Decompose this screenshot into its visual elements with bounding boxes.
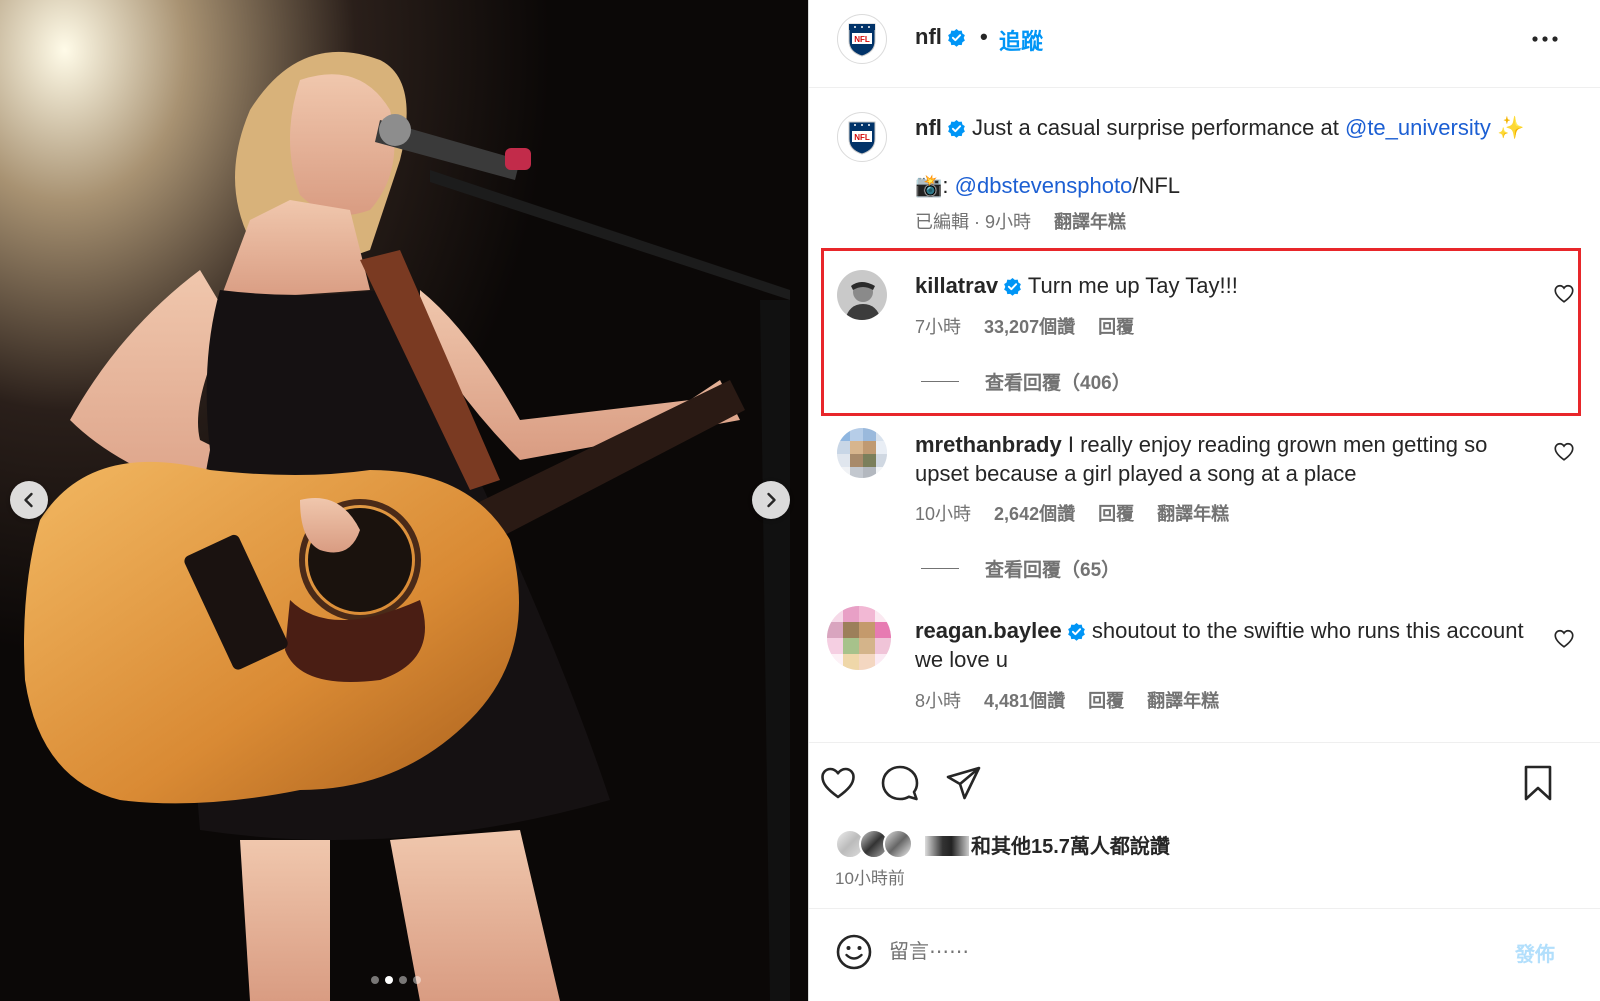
post-header: NFL nfl • 追蹤 — [809, 0, 1600, 88]
comment-translate-button[interactable]: 翻譯年糕 — [1157, 504, 1229, 524]
comment-translate-button[interactable]: 翻譯年糕 — [1147, 691, 1219, 711]
comment-time: 10小時 — [915, 504, 972, 524]
likes-summary[interactable]: 和其他15.7萬人都說讚 — [835, 828, 1170, 860]
comment-likes-count[interactable]: 4,481個讚 — [984, 691, 1065, 711]
comment-meta-reagan-baylee: 8小時 4,481個讚 回覆 翻譯年糕 — [915, 687, 1237, 713]
carousel-dot — [399, 976, 407, 984]
nfl-logo-icon: NFL — [848, 121, 876, 155]
verified-badge-icon — [948, 119, 965, 138]
caption-body: Just a casual surprise performance at — [972, 115, 1339, 140]
liker-avatar — [883, 829, 913, 859]
next-photo-button[interactable] — [752, 481, 790, 519]
comment-meta-mrethanbrady: 10小時 2,642個讚 回覆 翻譯年糕 — [915, 500, 1247, 526]
post-actions-bar — [809, 742, 1600, 743]
author-avatar[interactable]: NFL — [837, 14, 887, 64]
pixelated-avatar-image — [837, 428, 887, 478]
caption-translate-button[interactable]: 翻譯年糕 — [1054, 212, 1126, 232]
view-replies-button-mrethanbrady[interactable]: 查看回覆（65） — [921, 555, 1120, 582]
caption-edited-time: 已編輯 · 9小時 — [915, 212, 1032, 232]
caption-mention-link[interactable]: @te_university — [1345, 115, 1491, 140]
comment-avatar-killatrav[interactable] — [837, 270, 887, 320]
carousel-indicator — [371, 976, 421, 984]
comment-like-heart-icon[interactable] — [1553, 628, 1575, 650]
comment-time: 8小時 — [915, 691, 962, 711]
comment-text-mrethanbrady: mrethanbrady I really enjoy reading grow… — [915, 430, 1535, 488]
post-photo[interactable] — [0, 0, 808, 1001]
comment-likes-count[interactable]: 33,207個讚 — [984, 317, 1075, 337]
carousel-dot — [371, 976, 379, 984]
replies-divider-line — [921, 381, 959, 382]
more-options-icon[interactable] — [1529, 26, 1561, 52]
svg-text:NFL: NFL — [854, 35, 870, 44]
previous-photo-button[interactable] — [10, 481, 48, 519]
avatar-image — [837, 270, 887, 320]
comment-reply-button[interactable]: 回覆 — [1098, 317, 1134, 337]
post-detail-panel: NFL nfl • 追蹤 NFL nfl Just a casual surpr… — [808, 0, 1600, 1001]
post-timestamp: 10小時前 — [835, 869, 905, 888]
caption-meta: 已編輯 · 9小時 翻譯年糕 — [915, 208, 1144, 234]
verified-badge-icon — [1067, 622, 1085, 641]
author-username-text[interactable]: nfl — [915, 24, 942, 49]
comment-time: 7小時 — [915, 317, 962, 337]
credit-mention-link[interactable]: @dbstevensphoto — [955, 173, 1133, 198]
carousel-dot — [413, 976, 421, 984]
comment-avatar-mrethanbrady[interactable] — [837, 428, 887, 478]
svg-text:NFL: NFL — [854, 133, 870, 142]
save-bookmark-icon[interactable] — [1519, 764, 1557, 802]
view-replies-button-killatrav[interactable]: 查看回覆（406） — [921, 368, 1131, 395]
likes-text: 和其他15.7萬人都說讚 — [925, 830, 1170, 859]
likes-count-text: 和其他15.7萬人都說讚 — [971, 835, 1170, 858]
comment-bubble-icon[interactable] — [881, 764, 919, 802]
caption-username[interactable]: nfl — [915, 115, 942, 140]
view-replies-label: 查看回覆（65） — [985, 560, 1121, 581]
like-heart-icon[interactable] — [819, 764, 857, 802]
header-separator: • — [980, 24, 988, 49]
comment-body: Turn me up Tay Tay!!! — [1027, 273, 1238, 298]
comment-like-heart-icon[interactable] — [1553, 441, 1575, 463]
caption-author-avatar[interactable]: NFL — [837, 112, 887, 162]
chevron-right-icon — [767, 492, 776, 508]
camera-emoji: 📸 — [915, 173, 943, 198]
pixelated-avatar-image — [827, 606, 891, 670]
chevron-left-icon — [24, 492, 33, 508]
emoji-picker-icon[interactable] — [835, 933, 873, 971]
author-username[interactable]: nfl — [915, 24, 966, 50]
comment-avatar-reagan-baylee[interactable] — [827, 606, 891, 670]
comment-text-killatrav: killatrav Turn me up Tay Tay!!! — [915, 271, 1535, 300]
post-comment-button[interactable]: 發佈 — [1515, 938, 1555, 967]
comment-username[interactable]: mrethanbrady — [915, 432, 1062, 457]
comment-reply-button[interactable]: 回覆 — [1088, 691, 1124, 711]
view-replies-label: 查看回覆（406） — [985, 373, 1131, 394]
comment-reply-button[interactable]: 回覆 — [1098, 504, 1134, 524]
credit-colon: : — [942, 173, 949, 198]
liker-avatars — [835, 829, 913, 859]
performer-illustration — [0, 0, 808, 1001]
comment-username[interactable]: reagan.baylee — [915, 618, 1062, 643]
comment-meta-killatrav: 7小時 33,207個讚 回覆 — [915, 313, 1152, 339]
sparkle-emoji: ✨ — [1496, 115, 1525, 140]
comment-likes-count[interactable]: 2,642個讚 — [994, 504, 1075, 524]
comment-text-reagan-baylee: reagan.baylee shoutout to the swiftie wh… — [915, 616, 1535, 674]
verified-badge-icon — [948, 28, 965, 47]
nfl-logo-icon: NFL — [848, 23, 876, 57]
caption-credit: 📸: @dbstevensphoto/NFL — [915, 172, 1180, 200]
verified-badge-icon — [1004, 277, 1022, 296]
follow-button[interactable]: 追蹤 — [999, 24, 1043, 56]
caption-text: nfl Just a casual surprise performance a… — [915, 114, 1575, 142]
comment-like-heart-icon[interactable] — [1553, 283, 1575, 305]
add-comment-bar: 發佈 — [809, 908, 1600, 1001]
carousel-dot-active — [385, 976, 393, 984]
blurred-username — [925, 835, 969, 856]
replies-divider-line — [921, 568, 959, 569]
share-send-icon[interactable] — [945, 764, 983, 802]
comment-username[interactable]: killatrav — [915, 273, 998, 298]
comment-input[interactable] — [889, 935, 1489, 969]
credit-suffix: /NFL — [1132, 173, 1181, 198]
